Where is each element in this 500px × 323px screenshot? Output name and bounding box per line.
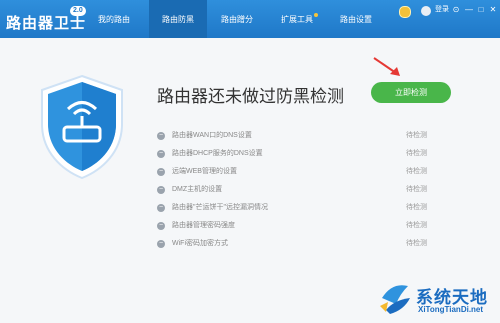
shield-router-icon <box>41 74 123 180</box>
tab-label: 我的路由 <box>98 15 130 24</box>
tab-settings[interactable]: 路由设置 <box>327 0 385 38</box>
check-label: 路由器DHCP服务的DNS设置 <box>172 150 263 157</box>
title-bar: 路由器卫士 2.0 我的路由 路由防黑 路由蹭分 扩展工具 路由设置 登录 ⊙ … <box>0 0 500 38</box>
maximize-icon[interactable]: □ <box>476 5 486 15</box>
tab-label: 路由蹭分 <box>221 15 253 24</box>
avatar[interactable] <box>421 6 431 16</box>
tab-label: 路由设置 <box>340 15 372 24</box>
check-label: DMZ主机的设置 <box>172 186 223 193</box>
watermark-logo-icon <box>380 285 410 314</box>
skin-icon[interactable]: ⊙ <box>451 5 461 15</box>
check-item: − 路由器管理密码强度 待检测 <box>157 220 427 232</box>
check-item: − 路由器"芒运饼干"远控漏洞情况 待检测 <box>157 202 427 214</box>
tab-anti-hack[interactable]: 路由防黑 <box>149 0 207 38</box>
minus-icon: − <box>157 222 165 230</box>
check-item: − WiFi密码加密方式 待检测 <box>157 238 427 250</box>
minus-icon: − <box>157 204 165 212</box>
minus-icon: − <box>157 168 165 176</box>
version-badge: 2.0 <box>70 6 86 16</box>
minus-icon: − <box>157 150 165 158</box>
tab-label: 路由防黑 <box>162 15 194 24</box>
check-status: 待检测 <box>406 186 427 193</box>
tab-score[interactable]: 路由蹭分 <box>208 0 266 38</box>
check-label: 路由器管理密码强度 <box>172 222 235 229</box>
check-label: 路由器"芒运饼干"远控漏洞情况 <box>172 204 268 211</box>
check-label: 路由器WAN口的DNS设置 <box>172 132 252 139</box>
check-item: − DMZ主机的设置 待检测 <box>157 184 427 196</box>
check-item: − 路由器DHCP服务的DNS设置 待检测 <box>157 148 427 160</box>
watermark-url: XiTongTianDi.net <box>418 305 484 314</box>
arrow-icon <box>373 57 400 76</box>
check-status: 待检测 <box>406 222 427 229</box>
login-link[interactable]: 登录 <box>435 4 449 14</box>
check-status: 待检测 <box>406 168 427 175</box>
scan-now-button[interactable]: 立即检测 <box>371 82 451 103</box>
status-headline: 路由器还未做过防黑检测 <box>157 87 344 106</box>
new-dot-icon <box>314 13 318 17</box>
check-label: 远端WEB管理的设置 <box>172 168 237 175</box>
minimize-icon[interactable]: — <box>464 5 474 15</box>
tab-label: 扩展工具 <box>281 15 313 24</box>
minus-icon: − <box>157 132 165 140</box>
check-status: 待检测 <box>406 132 427 139</box>
tab-my-router[interactable]: 我的路由 <box>85 0 143 38</box>
minus-icon: − <box>157 186 165 194</box>
watermark: 系统天地 XiTongTianDi.net <box>378 280 487 323</box>
check-label: WiFi密码加密方式 <box>172 240 228 247</box>
check-item: − 远端WEB管理的设置 待检测 <box>157 166 427 178</box>
check-status: 待检测 <box>406 204 427 211</box>
medal-icon[interactable] <box>399 6 411 18</box>
tab-tools[interactable]: 扩展工具 <box>268 0 326 38</box>
check-status: 待检测 <box>406 150 427 157</box>
minus-icon: − <box>157 240 165 248</box>
check-item: − 路由器WAN口的DNS设置 待检测 <box>157 130 427 142</box>
close-icon[interactable]: ✕ <box>488 5 498 15</box>
check-status: 待检测 <box>406 240 427 247</box>
app-window: 路由器卫士 2.0 我的路由 路由防黑 路由蹭分 扩展工具 路由设置 登录 ⊙ … <box>0 0 500 323</box>
